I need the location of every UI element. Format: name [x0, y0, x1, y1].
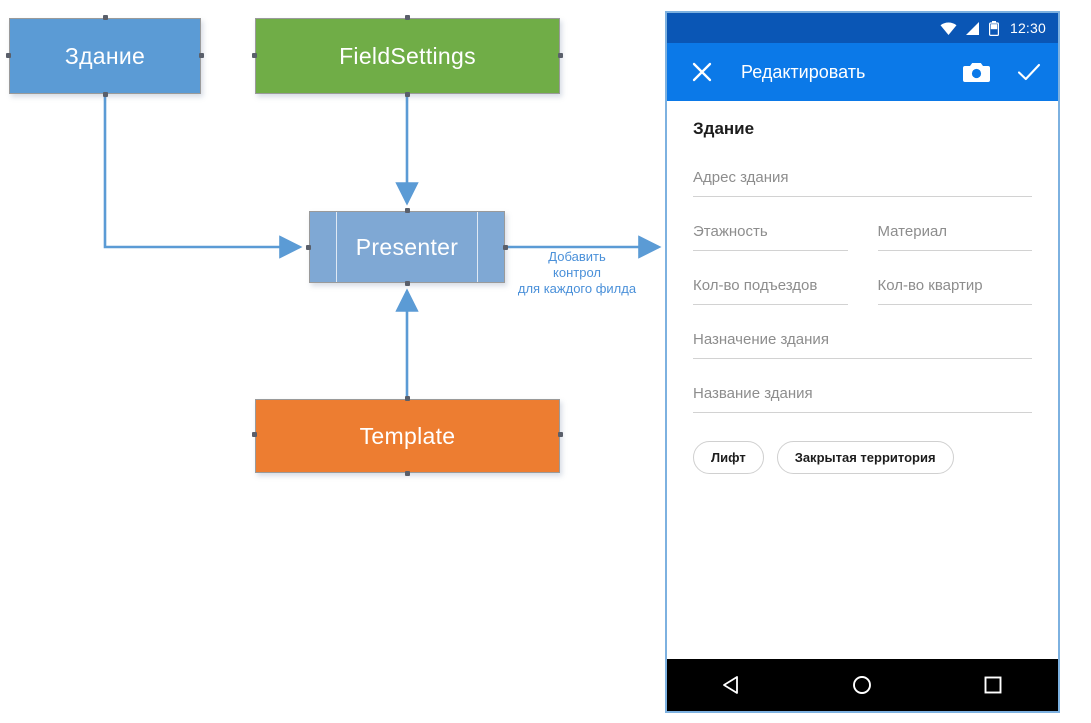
camera-icon[interactable]: [963, 61, 990, 83]
edit-form: Здание Адрес здания Этажность Материал К…: [667, 101, 1058, 659]
chips-row: Лифт Закрытая территория: [693, 441, 1032, 474]
annotation-line-2: контрол: [553, 265, 601, 280]
annotation-line-1: Добавить: [548, 249, 606, 264]
node-handle-top[interactable]: [103, 15, 108, 20]
node-handle-top[interactable]: [405, 208, 410, 213]
connector-annotation: Добавить контрол для каждого филда: [497, 249, 657, 297]
field-label: Назначение здания: [693, 331, 829, 348]
node-handle-right[interactable]: [558, 53, 563, 58]
field-label: Адрес здания: [693, 169, 789, 186]
diagram-node-fieldsettings[interactable]: FieldSettings: [255, 18, 560, 94]
wifi-icon: [940, 21, 957, 35]
field-building-name[interactable]: Название здания: [693, 385, 1032, 413]
home-circle-icon[interactable]: [850, 673, 874, 697]
node-handle-bottom[interactable]: [103, 92, 108, 97]
diagram-node-template-label: Template: [359, 422, 456, 449]
recents-square-icon[interactable]: [981, 673, 1005, 697]
node-handle-left[interactable]: [252, 432, 257, 437]
field-building-purpose[interactable]: Назначение здания: [693, 331, 1032, 359]
diagram-node-fieldsettings-label: FieldSettings: [339, 42, 476, 69]
diagram-node-presenter[interactable]: Presenter: [309, 211, 505, 283]
form-row: Кол-во подъездов Кол-во квартир: [693, 277, 1032, 305]
field-material[interactable]: Материал: [877, 223, 1032, 251]
field-label: Название здания: [693, 385, 813, 402]
status-bar: 12:30: [667, 13, 1058, 43]
chip-closed-territory[interactable]: Закрытая территория: [776, 441, 954, 474]
field-label: Кол-во квартир: [877, 277, 983, 294]
field-entrances-count[interactable]: Кол-во подъездов: [693, 277, 848, 305]
android-navigation-bar: [667, 659, 1058, 711]
node-handle-right[interactable]: [558, 432, 563, 437]
chip-elevator[interactable]: Лифт: [693, 441, 764, 474]
form-row: Назначение здания: [693, 331, 1032, 359]
node-handle-left[interactable]: [252, 53, 257, 58]
node-handle-left[interactable]: [306, 245, 311, 250]
node-handle-bottom[interactable]: [405, 281, 410, 286]
node-handle-right[interactable]: [503, 245, 508, 250]
field-label: Материал: [877, 223, 948, 240]
field-floors[interactable]: Этажность: [693, 223, 848, 251]
field-address[interactable]: Адрес здания: [693, 169, 1032, 197]
back-triangle-icon[interactable]: [720, 673, 744, 697]
node-handle-left[interactable]: [6, 53, 11, 58]
phone-mockup: 12:30 Редактировать Здание Адрес здания: [665, 11, 1060, 713]
form-row: Адрес здания: [693, 169, 1032, 197]
diagram-node-zdanie[interactable]: Здание: [9, 18, 201, 94]
diagram-node-zdanie-label: Здание: [64, 42, 146, 69]
field-apartments-count[interactable]: Кол-во квартир: [877, 277, 1032, 305]
check-icon[interactable]: [1016, 61, 1042, 83]
form-section-title: Здание: [693, 119, 755, 138]
diagram-node-presenter-label: Presenter: [355, 233, 459, 260]
node-handle-top[interactable]: [405, 396, 410, 401]
field-label: Этажность: [693, 223, 768, 240]
form-row: Этажность Материал: [693, 223, 1032, 251]
signal-icon: [965, 21, 980, 35]
node-handle-bottom[interactable]: [405, 92, 410, 97]
form-row: Название здания: [693, 385, 1032, 413]
architecture-diagram: Здание FieldSettings Presenter Template …: [0, 0, 665, 723]
battery-icon: [988, 20, 999, 36]
app-bar: Редактировать: [667, 43, 1058, 101]
field-label: Кол-во подъездов: [693, 277, 818, 294]
node-handle-right[interactable]: [199, 53, 204, 58]
annotation-line-3: для каждого филда: [517, 281, 637, 296]
close-icon[interactable]: [691, 61, 713, 83]
diagram-connectors: [103, 95, 662, 399]
node-handle-top[interactable]: [405, 15, 410, 20]
app-bar-title: Редактировать: [741, 61, 866, 82]
connector-zdanie-to-presenter: [103, 95, 303, 259]
diagram-node-template[interactable]: Template: [255, 399, 560, 473]
status-bar-clock: 12:30: [1009, 20, 1046, 36]
node-handle-bottom[interactable]: [405, 471, 410, 476]
